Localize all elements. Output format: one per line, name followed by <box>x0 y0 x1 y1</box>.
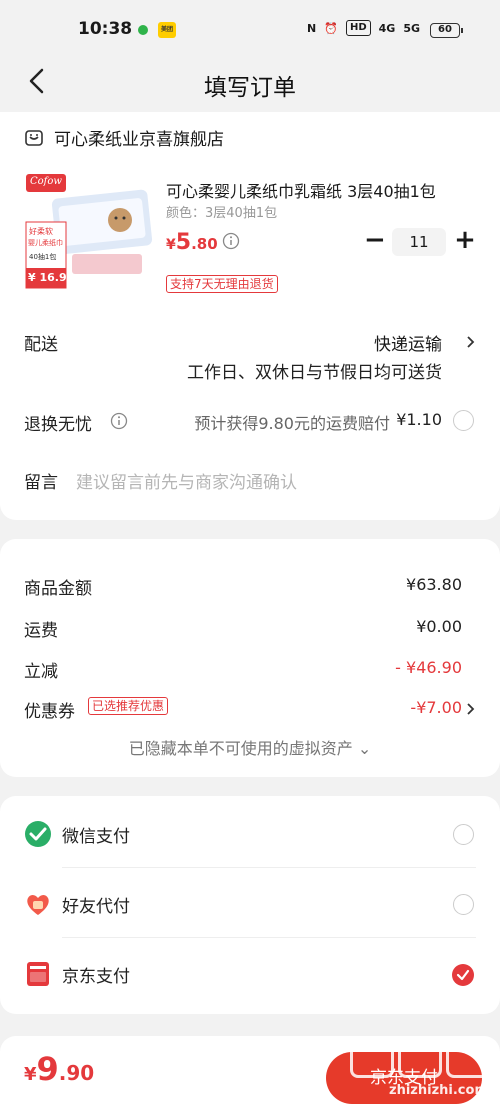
coupon-chevron-icon[interactable] <box>466 702 476 716</box>
notification-dot-icon <box>138 25 148 35</box>
delivery-label: 配送 <box>24 335 58 355</box>
discount-value: - ¥46.90 <box>395 658 462 677</box>
quantity-plus-button[interactable]: + <box>454 226 476 254</box>
subtotal-label: 商品金额 <box>24 579 92 599</box>
status-bar: 10:38 美团 N ⏰ HD 4G 5G 60 <box>0 0 500 60</box>
price-currency: ¥ <box>166 237 176 253</box>
product-image-line1: 好柔软 <box>29 227 53 236</box>
coupon-badge: 已选推荐优惠 <box>88 697 169 715</box>
quantity-minus-button[interactable]: − <box>364 227 386 254</box>
price-decimal: .80 <box>191 235 218 253</box>
price-integer: 5 <box>175 230 192 255</box>
total-integer: 9 <box>36 1050 59 1088</box>
status-time: 10:38 <box>78 19 133 39</box>
product-image-line3: 40抽1包 <box>29 253 57 261</box>
shipping-label: 运费 <box>24 621 58 641</box>
bottom-bar: ¥9.90 京东支付 <box>0 1036 500 1112</box>
worry-free-text: 预计获得9.80元的运费赔付 <box>194 414 390 433</box>
return-policy-badge: 支持7天无理由退货 <box>166 275 278 293</box>
product-spec: 颜色：3层40抽1包 <box>166 206 278 221</box>
network-4g-icon: 4G <box>378 21 396 35</box>
delivery-note: 工作日、双休日与节假日均可送货 <box>187 363 442 383</box>
note-input[interactable]: 建议留言前先与商家沟通确认 <box>76 468 297 493</box>
price-summary-card: 商品金额 ¥63.80 运费 ¥0.00 立减 - ¥46.90 优惠券 已选推… <box>0 539 500 777</box>
product-image-brand: Cofow <box>30 176 62 187</box>
payment-radio-wechat[interactable] <box>453 824 474 845</box>
payment-option-wechat[interactable]: 微信支付 <box>0 798 500 868</box>
shop-row[interactable]: 可心柔纸业京喜旗舰店 <box>24 125 224 150</box>
product-image-price: ¥ 16.9 <box>28 271 67 284</box>
delivery-chevron-icon[interactable] <box>466 335 476 349</box>
payment-label-jd: 京东支付 <box>62 967 130 987</box>
payment-option-friend[interactable]: 好友代付 <box>0 868 500 938</box>
wechat-pay-icon <box>25 821 51 847</box>
payment-option-jd[interactable]: 京东支付 <box>0 938 500 1008</box>
coupon-value[interactable]: -¥7.00 <box>410 698 462 717</box>
worry-free-info-icon[interactable] <box>110 412 128 430</box>
worry-free-label: 退换无忧 <box>24 415 92 435</box>
header: 填写订单 <box>0 60 500 104</box>
payment-radio-friend[interactable] <box>453 894 474 915</box>
product-image[interactable]: Cofow 好柔软 婴儿柔纸巾 40抽1包 ¥ 16.9 <box>24 172 154 298</box>
submit-pay-button[interactable]: 京东支付 <box>326 1052 482 1104</box>
product-image-line2: 婴儿柔纸巾 <box>28 239 63 247</box>
order-total: ¥9.90 <box>24 1050 94 1088</box>
discount-label: 立减 <box>24 662 58 682</box>
total-currency: ¥ <box>24 1064 37 1085</box>
payment-radio-jd-checked[interactable] <box>452 964 474 986</box>
quantity-input[interactable]: 11 <box>392 228 446 256</box>
network-5g-icon: 5G <box>403 21 420 35</box>
worry-free-radio[interactable] <box>453 410 474 431</box>
nfc-icon: N <box>307 21 317 35</box>
payment-label-friend: 好友代付 <box>62 897 130 917</box>
hd-icon: HD <box>345 20 371 36</box>
jd-pay-icon <box>27 962 49 986</box>
shop-name: 可心柔纸业京喜旗舰店 <box>54 130 224 150</box>
alarm-icon: ⏰ <box>324 21 338 35</box>
subtotal-value: ¥63.80 <box>406 575 462 594</box>
meituan-app-icon: 美团 <box>158 22 176 38</box>
note-label: 留言 <box>24 473 58 493</box>
store-icon <box>25 129 43 146</box>
friend-pay-icon <box>27 895 49 915</box>
coupon-label: 优惠券 <box>24 702 75 722</box>
check-icon <box>456 969 470 981</box>
order-card: 可心柔纸业京喜旗舰店 Cofow 好柔软 婴儿柔纸巾 40抽1包 ¥ 16.9 … <box>0 112 500 520</box>
hidden-assets-toggle[interactable]: 已隐藏本单不可使用的虚拟资产 ⌄ <box>0 735 500 759</box>
payment-methods-card: 微信支付 好友代付 京东支付 <box>0 796 500 1014</box>
payment-label-wechat: 微信支付 <box>62 827 130 847</box>
total-decimal: .90 <box>58 1061 95 1085</box>
delivery-method[interactable]: 快递运输 <box>374 330 442 355</box>
price-info-icon[interactable] <box>222 232 240 250</box>
shipping-value: ¥0.00 <box>416 617 462 636</box>
battery-icon: 60 <box>430 23 463 38</box>
status-icons: N ⏰ HD 4G 5G <box>307 20 420 36</box>
page-title: 填写订单 <box>204 75 296 101</box>
worry-free-price: ¥1.10 <box>396 410 442 429</box>
product-price: ¥5.80 <box>166 230 218 255</box>
product-title[interactable]: 可心柔婴儿柔纸巾乳霜纸 3层40抽1包 <box>166 178 436 202</box>
